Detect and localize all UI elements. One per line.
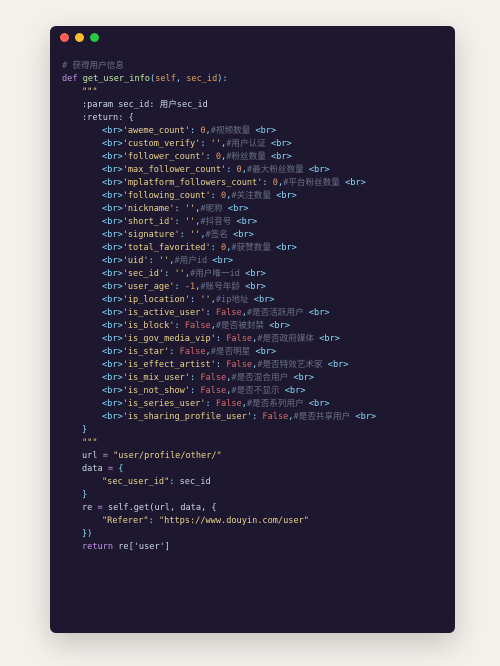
close-icon[interactable] [60, 33, 69, 42]
minimize-icon[interactable] [75, 33, 84, 42]
window-titlebar [50, 26, 455, 48]
code-window: # 获得用户信息def get_user_info(self, sec_id):… [50, 26, 455, 633]
zoom-icon[interactable] [90, 33, 99, 42]
code-block: # 获得用户信息def get_user_info(self, sec_id):… [62, 60, 445, 621]
